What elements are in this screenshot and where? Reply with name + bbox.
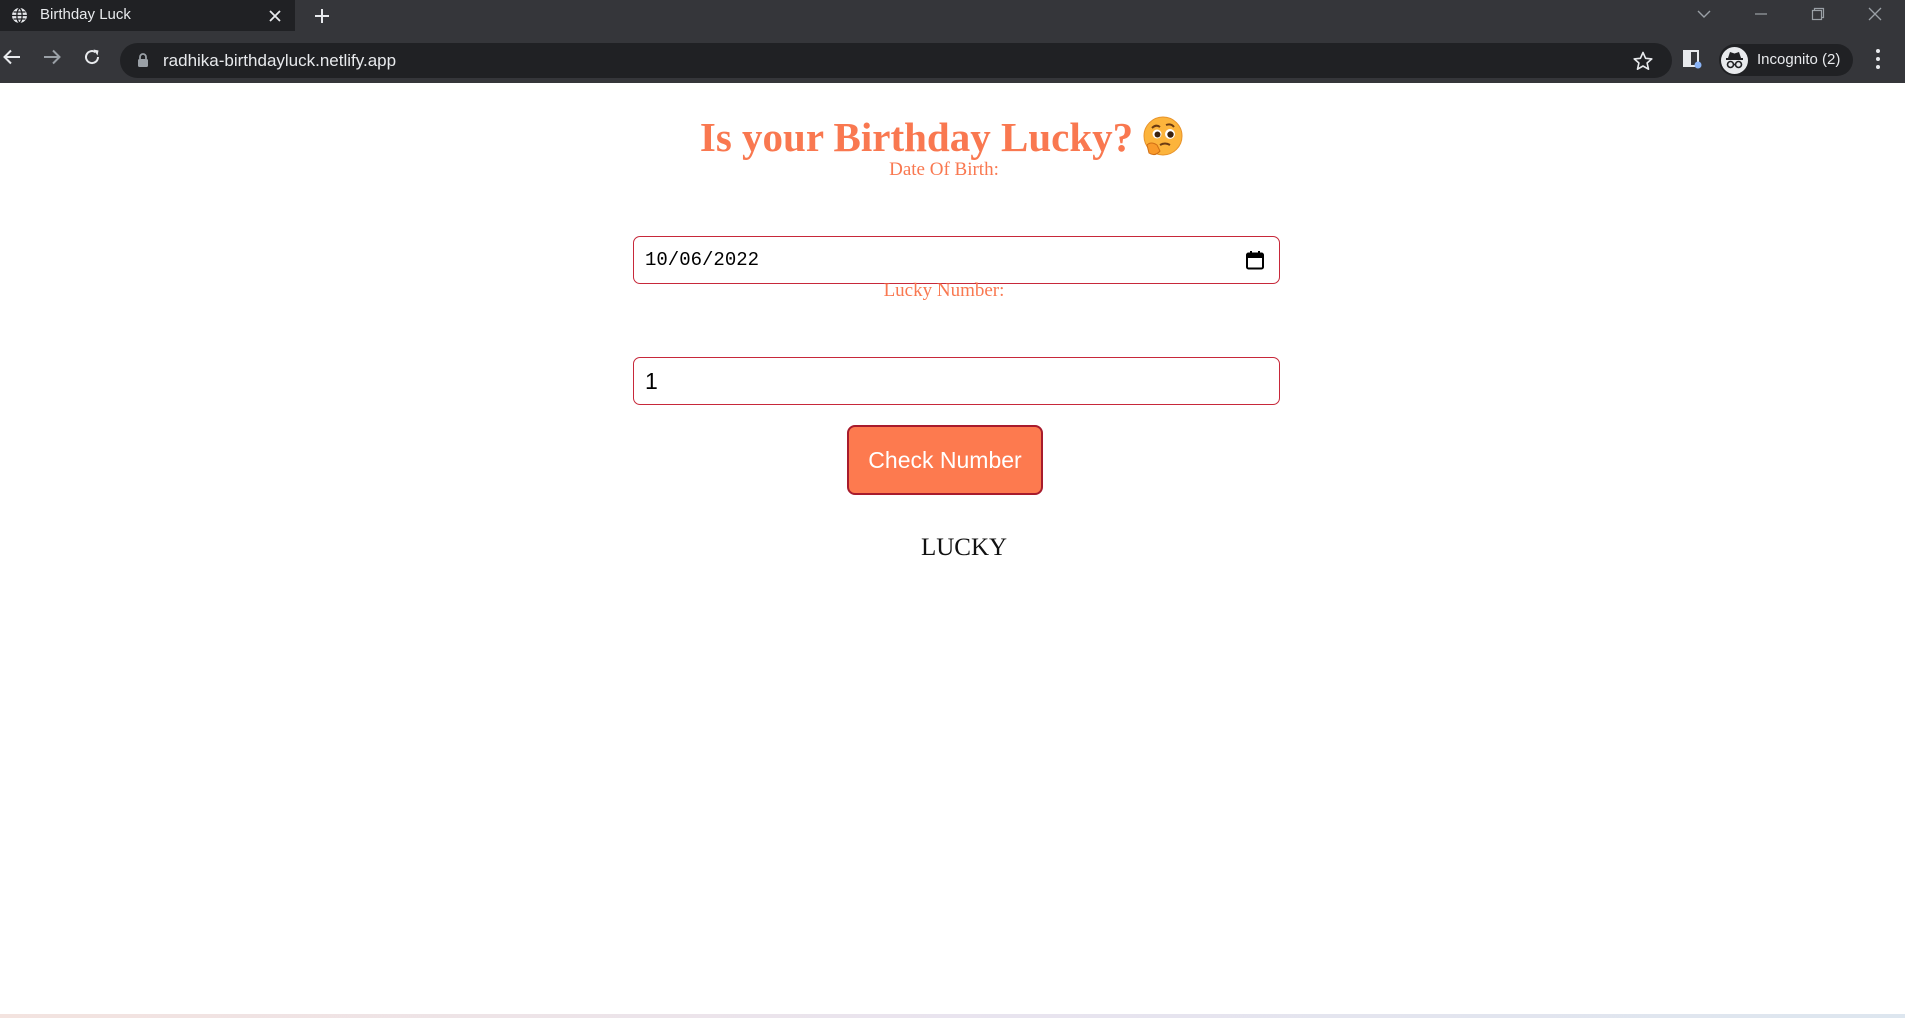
- tab-strip: Birthday Luck: [0, 0, 1905, 31]
- page-title: Is your Birthday Lucky?: [0, 113, 1885, 161]
- thinking-face-icon: [1141, 115, 1185, 159]
- tab-search-icon[interactable]: [1676, 0, 1732, 28]
- browser-toolbar: radhika-birthdayluck.netlify.app Incogni…: [0, 31, 1905, 83]
- lucky-number-label: Lucky Number:: [883, 280, 1005, 301]
- restore-icon[interactable]: [1790, 0, 1846, 28]
- incognito-profile-button[interactable]: Incognito (2): [1719, 44, 1853, 76]
- incognito-icon: [1721, 47, 1748, 74]
- calendar-icon[interactable]: [1245, 250, 1265, 270]
- incognito-label: Incognito (2): [1757, 51, 1841, 68]
- page-content: Is your Birthday Lucky? Date Of Birth: 1…: [0, 83, 1905, 1018]
- extension-icon[interactable]: [1681, 48, 1703, 70]
- forward-icon[interactable]: [38, 43, 66, 71]
- lucky-number-input[interactable]: 1: [633, 357, 1280, 405]
- menu-icon[interactable]: [1868, 46, 1888, 72]
- result-text: LUCKY: [920, 534, 1008, 561]
- globe-icon: [11, 7, 28, 24]
- lucky-number-value: 1: [645, 368, 658, 394]
- date-of-birth-value: 10/06/2022: [645, 249, 760, 271]
- dob-label: Date Of Birth:: [889, 159, 999, 180]
- address-bar[interactable]: radhika-birthdayluck.netlify.app: [120, 43, 1672, 78]
- bottom-edge: [0, 1014, 1905, 1018]
- minimize-icon[interactable]: [1733, 0, 1789, 28]
- back-icon[interactable]: [0, 43, 26, 71]
- date-of-birth-input[interactable]: 10/06/2022: [633, 236, 1280, 284]
- star-icon[interactable]: [1632, 50, 1654, 72]
- lock-icon[interactable]: [137, 53, 151, 69]
- tab-title: Birthday Luck: [40, 6, 131, 23]
- page-title-text: Is your Birthday Lucky?: [699, 114, 1134, 160]
- browser-tab[interactable]: Birthday Luck: [0, 0, 295, 31]
- url-text: radhika-birthdayluck.netlify.app: [163, 51, 397, 70]
- close-window-icon[interactable]: [1847, 0, 1903, 28]
- close-icon[interactable]: [265, 6, 284, 25]
- check-number-button[interactable]: Check Number: [847, 425, 1043, 495]
- plus-icon[interactable]: [311, 5, 333, 27]
- reload-icon[interactable]: [78, 43, 106, 71]
